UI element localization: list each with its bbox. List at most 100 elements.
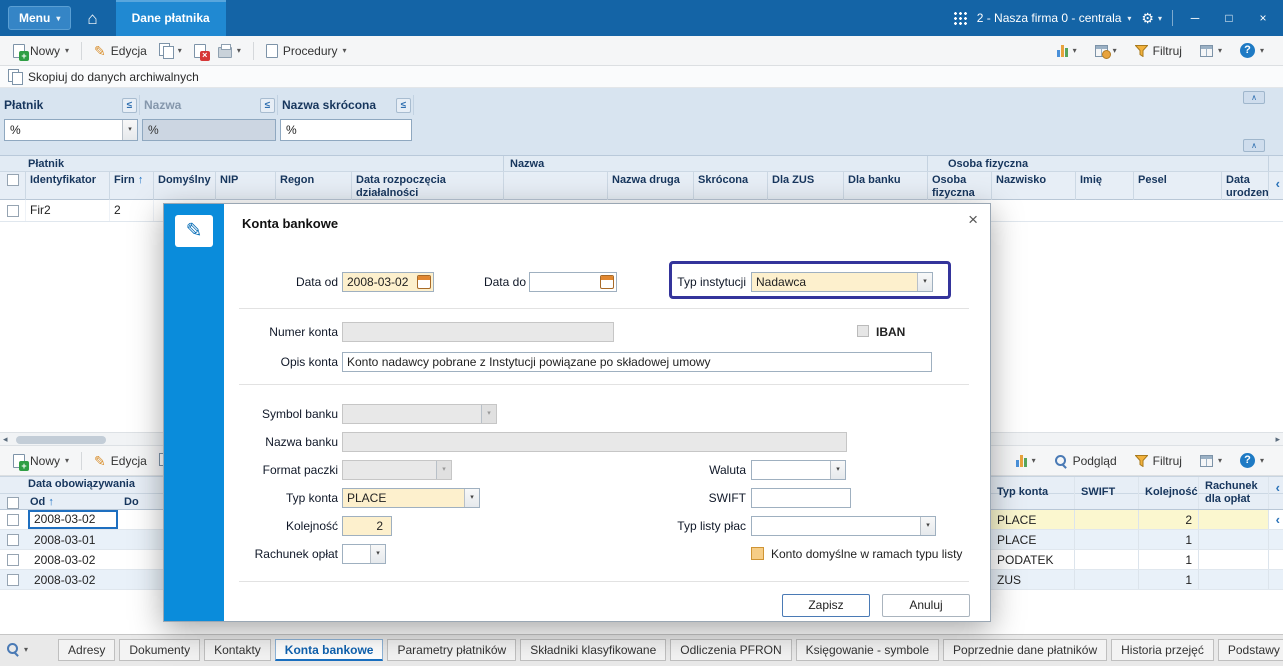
detail-chart-button[interactable]: [1011, 451, 1041, 470]
tab-dane-platnika[interactable]: Dane płatnika: [115, 0, 226, 36]
scroll-left-arrow[interactable]: [3, 434, 8, 445]
scroll-left-icon[interactable]: [1276, 176, 1280, 191]
col-regon[interactable]: Regon: [276, 172, 352, 200]
grid-layout-button[interactable]: [1195, 42, 1227, 60]
opis-konta-input[interactable]: Konto nadawcy pobrane z Instytucji powią…: [342, 352, 932, 372]
collapse-filter-button[interactable]: ∧: [1243, 91, 1265, 104]
tab-poprzednie-dane[interactable]: Poprzednie dane płatników: [943, 639, 1108, 661]
tab-odliczenia-pfron[interactable]: Odliczenia PFRON: [670, 639, 792, 661]
delete-button[interactable]: [189, 41, 211, 61]
tab-konta-bankowe[interactable]: Konta bankowe: [274, 639, 384, 661]
row-checkbox[interactable]: [6, 204, 19, 217]
col-typ-konta[interactable]: Typ konta: [991, 477, 1075, 509]
row-checkbox[interactable]: [7, 534, 19, 547]
sort-lte-icon[interactable]: ≤: [260, 97, 275, 113]
typ-instytucji-select[interactable]: Nadawca: [751, 272, 933, 292]
waluta-select[interactable]: [751, 460, 846, 480]
tab-podstawy-naliczania[interactable]: Podstawy naliczania: [1217, 639, 1283, 661]
row-checkbox[interactable]: [7, 574, 19, 587]
select-all-checkbox[interactable]: [7, 497, 19, 510]
dropdown-button[interactable]: [436, 461, 451, 479]
dropdown-button[interactable]: [830, 461, 845, 479]
cell-od-selected[interactable]: 2008-03-02: [28, 510, 118, 529]
tab-tools[interactable]: [6, 642, 28, 656]
col-identyfikator[interactable]: Identyfikator: [26, 172, 110, 200]
dropdown-button[interactable]: [917, 273, 932, 291]
col-dla-zus[interactable]: Dla ZUS: [768, 172, 844, 200]
format-paczki-select[interactable]: [342, 460, 452, 480]
col-domyslny[interactable]: Domyślny: [154, 172, 216, 200]
filter-input-nazwa[interactable]: %: [142, 119, 276, 141]
swift-input[interactable]: [751, 488, 851, 508]
col-skrocona[interactable]: Skrócona: [694, 172, 768, 200]
col-osoba-fizyczna[interactable]: Osoba fizyczna: [928, 172, 992, 200]
save-button[interactable]: Zapisz: [782, 594, 870, 617]
dropdown-button[interactable]: [370, 545, 385, 563]
numer-konta-input[interactable]: [342, 322, 614, 342]
procedures-button[interactable]: Procedury: [261, 41, 352, 61]
detail-new-button[interactable]: Nowy: [8, 451, 74, 471]
dropdown-button[interactable]: [464, 489, 479, 507]
sort-lte-icon[interactable]: ≤: [396, 97, 411, 113]
col-nazwa[interactable]: [504, 172, 608, 200]
tab-dokumenty[interactable]: Dokumenty: [119, 639, 201, 661]
settings-menu[interactable]: ⚙: [1141, 10, 1162, 27]
typ-listy-plac-select[interactable]: [751, 516, 936, 536]
dropdown-button[interactable]: [920, 517, 935, 535]
rachunek-oplat-select[interactable]: [342, 544, 386, 564]
typ-konta-select[interactable]: PLACE: [342, 488, 480, 508]
collapse-panel-button[interactable]: ∧: [1243, 139, 1265, 152]
col-od[interactable]: Od ↑: [26, 496, 120, 509]
col-imie[interactable]: Imię: [1076, 172, 1134, 200]
filter-input-nazwa-skrocona[interactable]: %: [280, 119, 412, 141]
col-pesel[interactable]: Pesel: [1134, 172, 1222, 200]
app-launcher-icon[interactable]: [952, 11, 967, 25]
iban-checkbox[interactable]: [857, 325, 869, 337]
col-kolejnosc[interactable]: Kolejność: [1139, 477, 1199, 509]
row-checkbox[interactable]: [7, 554, 19, 567]
maximize-button[interactable]: □: [1217, 11, 1241, 25]
data-od-input[interactable]: 2008-03-02: [342, 272, 434, 292]
edit-button[interactable]: ✎ Edycja: [89, 41, 152, 61]
sort-lte-icon[interactable]: ≤: [122, 97, 137, 113]
minimize-button[interactable]: ─: [1183, 11, 1207, 25]
scroll-left-icon[interactable]: [1276, 480, 1280, 495]
tab-skladniki-klasyfikowane[interactable]: Składniki klasyfikowane: [520, 639, 667, 661]
scrollbar-thumb[interactable]: [16, 436, 106, 444]
menu-button[interactable]: Menu: [8, 6, 72, 30]
detail-filter-button[interactable]: Filtruj: [1130, 451, 1187, 471]
kolejnosc-input[interactable]: 2: [342, 516, 392, 536]
filter-button[interactable]: Filtruj: [1130, 41, 1187, 61]
tab-historia-przejec[interactable]: Historia przejęć: [1111, 639, 1214, 661]
print-button[interactable]: [213, 41, 246, 61]
scroll-right-arrow[interactable]: [1275, 434, 1280, 445]
new-button[interactable]: Nowy: [8, 41, 74, 61]
row-checkbox[interactable]: [7, 514, 19, 527]
dropdown-button[interactable]: [481, 405, 496, 423]
company-selector[interactable]: 2 - Nasza firma 0 - centrala: [977, 11, 1132, 25]
copy-button[interactable]: [154, 40, 187, 61]
col-data-rozpoczecia[interactable]: Data rozpoczęcia działalności: [352, 172, 504, 200]
dialog-close-icon[interactable]: ×: [968, 210, 978, 230]
col-firma[interactable]: Firn ↑: [110, 172, 154, 200]
calendar-icon[interactable]: [417, 275, 431, 289]
konto-domyslne-checkbox[interactable]: [751, 547, 764, 560]
col-nazwa-druga[interactable]: Nazwa druga: [608, 172, 694, 200]
tab-ksiegowanie-symbole[interactable]: Księgowanie - symbole: [795, 639, 940, 661]
col-swift[interactable]: SWIFT: [1075, 477, 1139, 509]
nazwa-banku-input[interactable]: [342, 432, 847, 452]
col-nip[interactable]: NIP: [216, 172, 276, 200]
view-settings-button[interactable]: [1090, 42, 1122, 60]
home-icon[interactable]: ⌂: [87, 10, 97, 27]
dropdown-button[interactable]: [122, 120, 137, 140]
help-button[interactable]: ?: [1235, 40, 1269, 61]
detail-grid-layout-button[interactable]: [1195, 452, 1227, 470]
preview-button[interactable]: Podgląd: [1049, 451, 1122, 471]
select-all-checkbox[interactable]: [6, 174, 19, 187]
close-button[interactable]: ×: [1251, 11, 1275, 25]
col-data-urodzenia[interactable]: Data urodzen: [1222, 172, 1269, 200]
filter-input-platnik[interactable]: %: [4, 119, 138, 141]
detail-help-button[interactable]: ?: [1235, 450, 1269, 471]
tab-adresy[interactable]: Adresy: [58, 639, 116, 661]
col-nazwisko[interactable]: Nazwisko: [992, 172, 1076, 200]
